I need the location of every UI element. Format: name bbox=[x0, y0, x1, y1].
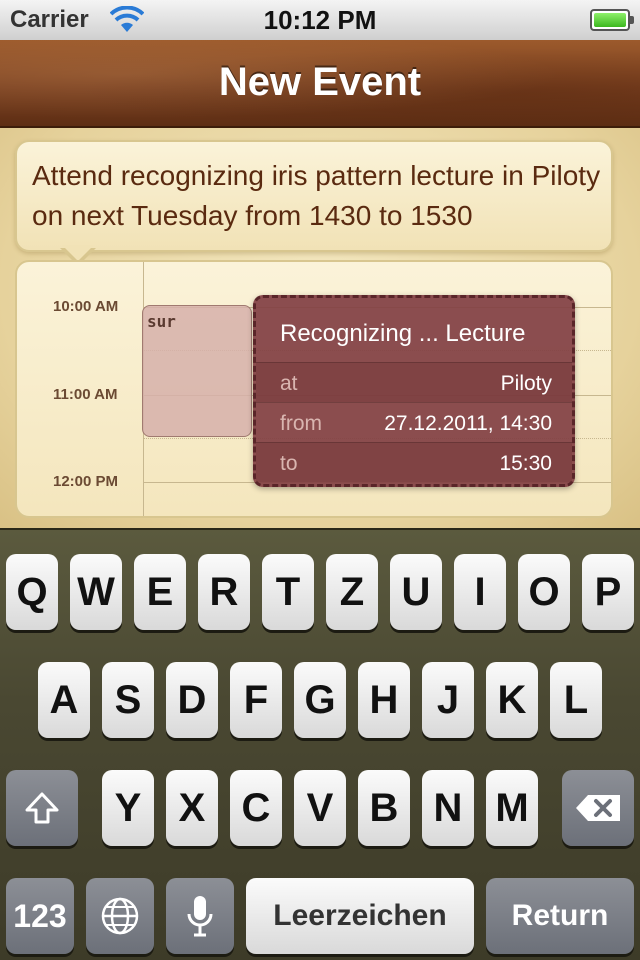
event-location-row: at Piloty bbox=[256, 362, 572, 402]
end-label: to bbox=[280, 452, 298, 475]
time-label: 10:00 AM bbox=[53, 298, 119, 315]
return-key[interactable]: Return bbox=[486, 878, 634, 954]
key-m[interactable]: M bbox=[486, 770, 538, 846]
end-value: 15:30 bbox=[499, 452, 552, 475]
event-title: Recognizing ... Lecture bbox=[280, 320, 526, 347]
numbers-key[interactable]: 123 bbox=[6, 878, 74, 954]
input-bubble[interactable]: Attend recognizing iris pattern lecture … bbox=[15, 140, 613, 252]
navigation-bar: New Event bbox=[0, 40, 640, 128]
key-q[interactable]: Q bbox=[6, 554, 58, 630]
key-r[interactable]: R bbox=[198, 554, 250, 630]
key-z[interactable]: Z bbox=[326, 554, 378, 630]
space-key[interactable]: Leerzeichen bbox=[246, 878, 474, 954]
backspace-icon bbox=[576, 795, 620, 821]
key-o[interactable]: O bbox=[518, 554, 570, 630]
start-value: 27.12.2011, 14:30 bbox=[384, 412, 552, 435]
key-i[interactable]: I bbox=[454, 554, 506, 630]
delete-key[interactable] bbox=[562, 770, 634, 846]
key-b[interactable]: B bbox=[358, 770, 410, 846]
event-content: Attend recognizing iris pattern lecture … bbox=[0, 128, 640, 528]
key-g[interactable]: G bbox=[294, 662, 346, 738]
event-start-row: from 27.12.2011, 14:30 bbox=[256, 402, 572, 442]
location-label: at bbox=[280, 372, 298, 395]
key-x[interactable]: X bbox=[166, 770, 218, 846]
input-text[interactable]: Attend recognizing iris pattern lecture … bbox=[32, 156, 602, 236]
key-f[interactable]: F bbox=[230, 662, 282, 738]
key-a[interactable]: A bbox=[38, 662, 90, 738]
event-end-row: to 15:30 bbox=[256, 442, 572, 482]
key-y[interactable]: Y bbox=[102, 770, 154, 846]
time-label: 11:00 AM bbox=[53, 386, 118, 403]
shift-key[interactable] bbox=[6, 770, 78, 846]
globe-icon bbox=[101, 897, 139, 935]
status-time: 10:12 PM bbox=[263, 5, 377, 35]
key-e[interactable]: E bbox=[134, 554, 186, 630]
existing-event[interactable]: sur bbox=[142, 305, 252, 437]
key-k[interactable]: K bbox=[486, 662, 538, 738]
existing-event-label: sur bbox=[147, 312, 176, 331]
dictation-key[interactable] bbox=[166, 878, 234, 954]
key-d[interactable]: D bbox=[166, 662, 218, 738]
microphone-icon bbox=[187, 896, 213, 937]
calendar-preview: 10:00 AM 11:00 AM 12:00 PM sur Recognizi… bbox=[15, 260, 613, 518]
new-event-card[interactable]: Recognizing ... Lecture at Piloty from 2… bbox=[253, 295, 575, 487]
key-p[interactable]: P bbox=[582, 554, 634, 630]
page-title: New Event bbox=[218, 60, 422, 104]
key-c[interactable]: C bbox=[230, 770, 282, 846]
key-u[interactable]: U bbox=[390, 554, 442, 630]
key-t[interactable]: T bbox=[262, 554, 314, 630]
globe-key[interactable] bbox=[86, 878, 154, 954]
shift-icon bbox=[25, 792, 59, 824]
start-label: from bbox=[280, 412, 322, 435]
location-value: Piloty bbox=[500, 372, 552, 395]
key-j[interactable]: J bbox=[422, 662, 474, 738]
key-s[interactable]: S bbox=[102, 662, 154, 738]
key-l[interactable]: L bbox=[550, 662, 602, 738]
key-w[interactable]: W bbox=[70, 554, 122, 630]
key-n[interactable]: N bbox=[422, 770, 474, 846]
key-h[interactable]: H bbox=[358, 662, 410, 738]
status-bar: Carrier 10:12 PM bbox=[0, 0, 640, 40]
time-label: 12:00 PM bbox=[53, 473, 119, 490]
battery-icon bbox=[590, 9, 634, 31]
key-v[interactable]: V bbox=[294, 770, 346, 846]
keyboard: Q W E R T Z U I O P A S D F G H J K L Y … bbox=[0, 528, 640, 960]
